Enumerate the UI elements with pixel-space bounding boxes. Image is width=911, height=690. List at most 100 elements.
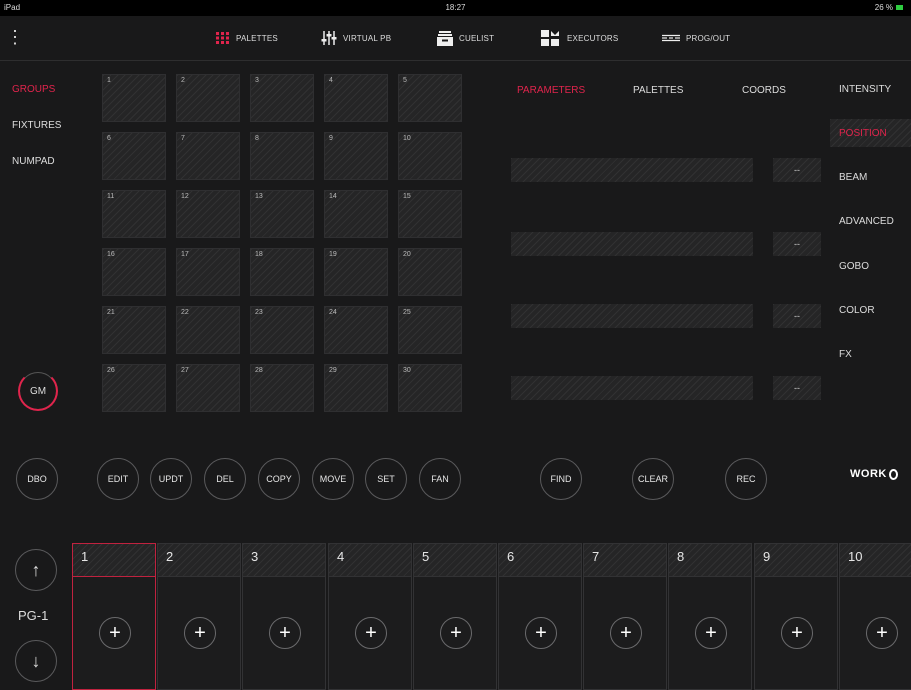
add-executor-button[interactable]: + [866, 617, 898, 649]
nav-virtual-pb[interactable]: VIRTUAL PB [321, 26, 391, 50]
group-cell[interactable]: 18 [250, 248, 314, 296]
group-cell[interactable]: 3 [250, 74, 314, 122]
attribute-position[interactable]: POSITION [839, 128, 887, 139]
delete-button[interactable]: DEL [204, 458, 246, 500]
attribute-gobo[interactable]: GOBO [839, 261, 869, 272]
group-cell[interactable]: 8 [250, 132, 314, 180]
add-executor-button[interactable]: + [781, 617, 813, 649]
group-cell[interactable]: 1 [102, 74, 166, 122]
group-cell[interactable]: 11 [102, 190, 166, 238]
left-tab-groups[interactable]: GROUPS [12, 84, 55, 95]
group-cell[interactable]: 25 [398, 306, 462, 354]
group-cell[interactable]: 9 [324, 132, 388, 180]
executor-header[interactable]: 4 [328, 543, 412, 577]
fan-button[interactable]: FAN [419, 458, 461, 500]
page-down-button[interactable]: ↓ [15, 640, 57, 682]
executor-header[interactable]: 1 [72, 543, 156, 577]
group-cell[interactable]: 21 [102, 306, 166, 354]
tab-coords[interactable]: COORDS [742, 85, 786, 96]
attribute-intensity[interactable]: INTENSITY [839, 84, 891, 95]
parameter-value[interactable]: -- [773, 232, 821, 256]
edit-button[interactable]: EDIT [97, 458, 139, 500]
group-cell[interactable]: 24 [324, 306, 388, 354]
attribute-beam[interactable]: BEAM [839, 172, 867, 183]
group-cell[interactable]: 20 [398, 248, 462, 296]
group-cell[interactable]: 14 [324, 190, 388, 238]
executor-slot[interactable]: 4 + [328, 543, 412, 690]
group-cell[interactable]: 15 [398, 190, 462, 238]
parameter-slider[interactable] [511, 158, 753, 182]
group-cell[interactable]: 26 [102, 364, 166, 412]
parameter-value[interactable]: -- [773, 376, 821, 400]
executor-slot[interactable]: 6 + [498, 543, 582, 690]
nav-executors[interactable]: EXECUTORS [541, 26, 618, 50]
group-cell[interactable]: 29 [324, 364, 388, 412]
parameter-slider[interactable] [511, 376, 753, 400]
executor-slot[interactable]: 5 + [413, 543, 497, 690]
executor-slot[interactable]: 9 + [754, 543, 838, 690]
executor-slot[interactable]: 3 + [242, 543, 326, 690]
add-executor-button[interactable]: + [269, 617, 301, 649]
executor-slot[interactable]: 1 + [72, 543, 156, 690]
page-up-button[interactable]: ↑ [15, 549, 57, 591]
executor-slot[interactable]: 2 + [157, 543, 241, 690]
executor-header[interactable]: 9 [754, 543, 838, 577]
group-cell[interactable]: 19 [324, 248, 388, 296]
group-cell[interactable]: 5 [398, 74, 462, 122]
copy-button[interactable]: COPY [258, 458, 300, 500]
executor-header[interactable]: 8 [668, 543, 752, 577]
add-executor-button[interactable]: + [525, 617, 557, 649]
dbo-button[interactable]: DBO [16, 458, 58, 500]
executor-slot[interactable]: 7 + [583, 543, 667, 690]
nav-prog-out[interactable]: PROG/OUT [662, 26, 730, 50]
update-button[interactable]: UPDT [150, 458, 192, 500]
group-cell[interactable]: 27 [176, 364, 240, 412]
move-button[interactable]: MOVE [312, 458, 354, 500]
left-tab-fixtures[interactable]: FIXTURES [12, 120, 61, 131]
tab-palettes[interactable]: PALETTES [633, 85, 683, 96]
group-cell[interactable]: 10 [398, 132, 462, 180]
grand-master-knob[interactable]: GM [19, 372, 57, 410]
clear-button[interactable]: CLEAR [632, 458, 674, 500]
nav-cuelist[interactable]: CUELIST [437, 26, 494, 50]
group-cell[interactable]: 12 [176, 190, 240, 238]
add-executor-button[interactable]: + [695, 617, 727, 649]
tab-parameters[interactable]: PARAMETERS [517, 85, 585, 96]
add-executor-button[interactable]: + [99, 617, 131, 649]
nav-palettes[interactable]: PALETTES [216, 26, 278, 50]
group-cell[interactable]: 23 [250, 306, 314, 354]
group-cell[interactable]: 4 [324, 74, 388, 122]
find-button[interactable]: FIND [540, 458, 582, 500]
parameter-slider[interactable] [511, 304, 753, 328]
add-executor-button[interactable]: + [440, 617, 472, 649]
group-cell[interactable]: 6 [102, 132, 166, 180]
left-tab-numpad[interactable]: NUMPAD [12, 156, 55, 167]
executor-header[interactable]: 2 [157, 543, 241, 577]
executor-header[interactable]: 6 [498, 543, 582, 577]
group-cell[interactable]: 16 [102, 248, 166, 296]
group-cell[interactable]: 22 [176, 306, 240, 354]
group-cell[interactable]: 28 [250, 364, 314, 412]
group-cell[interactable]: 2 [176, 74, 240, 122]
add-executor-button[interactable]: + [355, 617, 387, 649]
group-cell[interactable]: 17 [176, 248, 240, 296]
group-cell[interactable]: 13 [250, 190, 314, 238]
add-executor-button[interactable]: + [184, 617, 216, 649]
add-executor-button[interactable]: + [610, 617, 642, 649]
attribute-fx[interactable]: FX [839, 349, 852, 360]
group-cell[interactable]: 7 [176, 132, 240, 180]
executor-header[interactable]: 5 [413, 543, 497, 577]
attribute-color[interactable]: COLOR [839, 305, 875, 316]
record-button[interactable]: REC [725, 458, 767, 500]
parameter-value[interactable]: -- [773, 304, 821, 328]
executor-slot[interactable]: 8 + [668, 543, 752, 690]
parameter-slider[interactable] [511, 232, 753, 256]
executor-header[interactable]: 3 [242, 543, 326, 577]
attribute-advanced[interactable]: ADVANCED [839, 216, 894, 227]
parameter-value[interactable]: -- [773, 158, 821, 182]
set-button[interactable]: SET [365, 458, 407, 500]
executor-slot[interactable]: 10 + [839, 543, 911, 690]
more-menu-icon[interactable]: ⋮ [6, 22, 24, 52]
executor-header[interactable]: 10 [839, 543, 911, 577]
executor-header[interactable]: 7 [583, 543, 667, 577]
